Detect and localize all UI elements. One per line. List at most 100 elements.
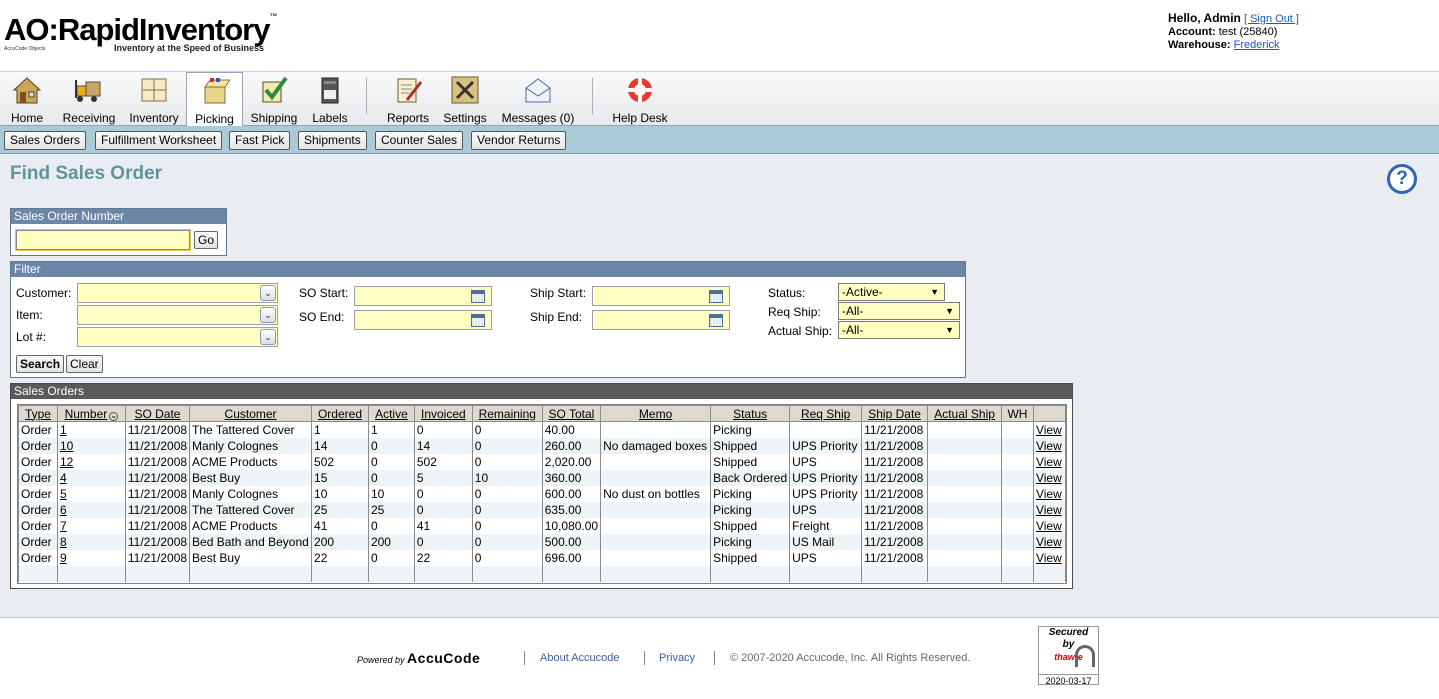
table-cell: 6 — [56, 501, 126, 518]
view-link[interactable]: View — [1036, 551, 1062, 565]
subnav-vendor-returns[interactable]: Vendor Returns — [471, 131, 567, 150]
subnav-fulfillment-worksheet[interactable]: Fulfillment Worksheet — [95, 131, 223, 150]
nav-help-desk[interactable]: Help Desk — [608, 72, 672, 126]
about-link[interactable]: About Accucode — [540, 652, 620, 664]
column-header[interactable]: Ordered — [311, 405, 369, 422]
item-combobox[interactable]: ⌄ — [77, 305, 278, 325]
nav-inventory[interactable]: Inventory — [126, 72, 182, 126]
nav-reports[interactable]: Reports — [380, 72, 436, 126]
ship-start-date[interactable] — [592, 286, 730, 306]
req-ship-select[interactable]: -All- ▼ — [838, 302, 960, 320]
table-cell: 10 — [311, 485, 369, 502]
column-header[interactable]: Remaining — [471, 405, 543, 422]
order-number-link[interactable]: 12 — [60, 455, 73, 469]
forklift-icon — [75, 80, 101, 102]
nav-shipping[interactable]: Shipping — [248, 72, 300, 126]
nav-labels[interactable]: Labels — [308, 72, 352, 126]
order-number-link[interactable]: 6 — [60, 503, 67, 517]
subnav-counter-sales[interactable]: Counter Sales — [375, 131, 464, 150]
view-link[interactable]: View — [1036, 519, 1062, 533]
subnav-shipments[interactable]: Shipments — [298, 131, 367, 150]
ship-end-date[interactable] — [592, 310, 730, 330]
table-cell: Shipped — [710, 517, 791, 534]
table-cell: 11/21/2008 — [124, 453, 191, 470]
nav-receiving[interactable]: Receiving — [58, 72, 120, 126]
table-cell: Order — [18, 421, 58, 438]
view-link[interactable]: View — [1036, 455, 1062, 469]
clear-button[interactable]: Clear — [66, 355, 103, 373]
column-header[interactable]: Actual Ship — [927, 405, 1003, 422]
sort-desc-icon[interactable]: ⌄ — [109, 411, 119, 421]
order-number-link[interactable]: 4 — [60, 471, 67, 485]
column-header[interactable]: Customer — [189, 405, 313, 422]
go-button[interactable]: Go — [194, 231, 219, 249]
status-select[interactable]: -Active- ▼ — [838, 283, 945, 301]
calendar-icon[interactable] — [471, 290, 485, 303]
column-header[interactable]: Status — [710, 405, 791, 422]
order-number-link[interactable]: 7 — [60, 519, 67, 533]
subnav-fast-pick[interactable]: Fast Pick — [229, 131, 291, 150]
search-button[interactable]: Search — [16, 355, 65, 373]
order-number-link[interactable]: 9 — [60, 551, 67, 565]
actual-ship-select[interactable]: -All- ▼ — [838, 321, 960, 339]
sign-out-link[interactable]: [ Sign Out ] — [1244, 13, 1299, 25]
warehouse-link[interactable]: Frederick — [1234, 39, 1280, 51]
table-cell: 25 — [367, 501, 415, 518]
column-header[interactable]: Type — [18, 405, 58, 422]
column-header[interactable]: Number ⌄ — [56, 405, 126, 422]
order-number-link[interactable]: 8 — [60, 535, 67, 549]
view-link[interactable]: View — [1036, 423, 1062, 437]
sales-orders-panel: Sales Orders Type Number ⌄ SO Date Customer O… — [10, 383, 1073, 589]
view-link[interactable]: View — [1036, 439, 1062, 453]
table-cell — [1001, 517, 1034, 534]
table-body: Order 1 11/21/2008 The Tattered Cover 1 1 0 0 40… — [18, 421, 1067, 582]
nav-home[interactable]: Home — [4, 72, 50, 126]
table-cell — [18, 565, 58, 582]
order-number-link[interactable]: 10 — [60, 439, 73, 453]
privacy-link[interactable]: Privacy — [659, 652, 695, 664]
thawte-seal[interactable]: Secured by thawte 2020-03-17 — [1038, 626, 1099, 686]
so-number-panel: Sales Order Number Go — [10, 208, 227, 256]
calendar-icon[interactable] — [709, 290, 723, 303]
accucode-logo[interactable]: AccuCode — [407, 650, 480, 666]
table-cell: 11/21/2008 — [124, 469, 191, 486]
subnav-sales-orders[interactable]: Sales Orders — [4, 131, 87, 150]
table-cell: 11/21/2008 — [861, 533, 929, 550]
help-icon[interactable]: ? — [1387, 164, 1417, 194]
table-cell — [413, 565, 473, 582]
view-link[interactable]: View — [1036, 503, 1062, 517]
view-link[interactable]: View — [1036, 471, 1062, 485]
chevron-down-icon[interactable]: ⌄ — [260, 285, 276, 301]
table-cell: Freight — [789, 517, 863, 534]
lot-combobox[interactable]: ⌄ — [77, 327, 278, 347]
chevron-down-icon[interactable]: ⌄ — [260, 307, 276, 323]
table-cell — [927, 549, 1003, 566]
column-header[interactable]: Ship Date — [861, 405, 929, 422]
nav-messages[interactable]: Messages (0) — [498, 72, 578, 126]
table-cell: 10 — [471, 469, 543, 486]
printer-icon — [321, 77, 339, 104]
table-cell: UPS — [789, 501, 863, 518]
column-header[interactable]: SO Date — [124, 405, 191, 422]
so-end-date[interactable] — [354, 310, 492, 330]
nav-picking[interactable]: Picking — [186, 72, 243, 127]
so-start-date[interactable] — [354, 286, 492, 306]
column-header[interactable]: Memo — [600, 405, 712, 422]
table-cell — [927, 517, 1003, 534]
rapid-inventory-logo[interactable]: AO:RapidInventory™ Inventory at the Spee… — [4, 12, 304, 58]
order-number-link[interactable]: 1 — [60, 423, 67, 437]
chevron-down-icon[interactable]: ⌄ — [260, 329, 276, 345]
nav-settings[interactable]: Settings — [440, 72, 490, 126]
column-header[interactable]: Invoiced — [413, 405, 473, 422]
table-row: Order 9 11/21/2008 Best Buy 22 0 22 0 696.00 Ship… — [18, 549, 1067, 566]
column-header[interactable]: Req Ship — [789, 405, 863, 422]
view-link[interactable]: View — [1036, 487, 1062, 501]
customer-combobox[interactable]: ⌄ — [77, 283, 278, 303]
column-header[interactable]: SO Total — [541, 405, 602, 422]
calendar-icon[interactable] — [471, 314, 485, 327]
so-number-input[interactable] — [15, 229, 191, 251]
order-number-link[interactable]: 5 — [60, 487, 67, 501]
column-header[interactable]: Active — [367, 405, 415, 422]
view-link[interactable]: View — [1036, 535, 1062, 549]
calendar-icon[interactable] — [709, 314, 723, 327]
